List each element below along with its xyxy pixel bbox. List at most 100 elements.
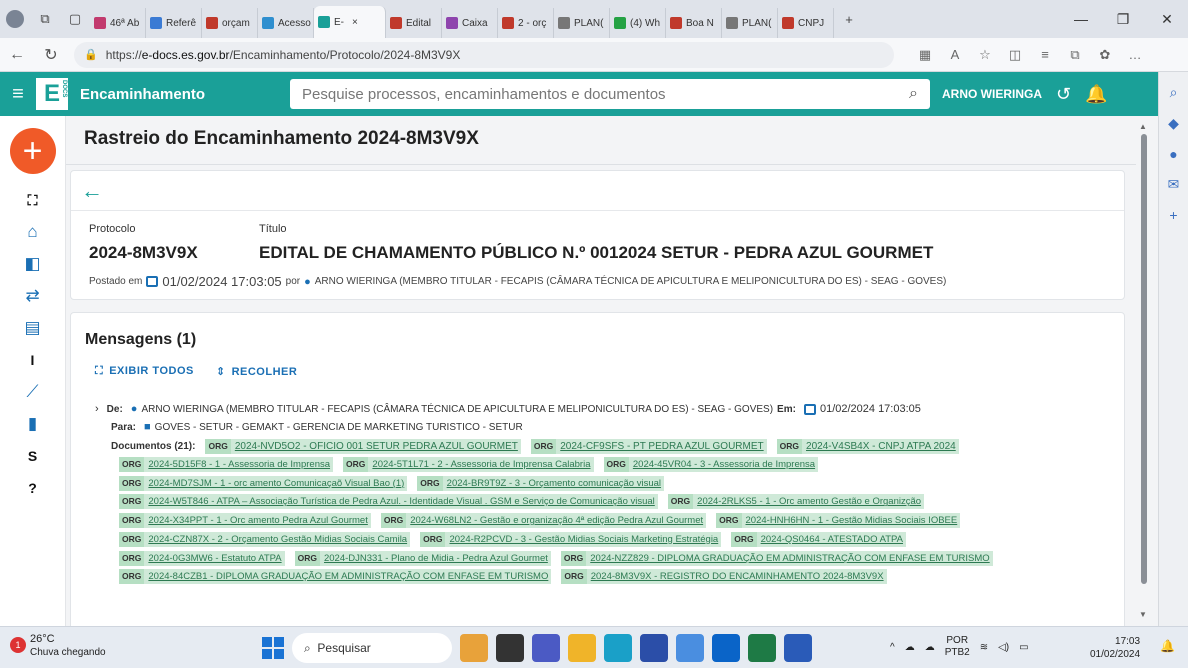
- browser-tab[interactable]: 2 - orç: [498, 8, 554, 38]
- browser-tab[interactable]: PLAN(: [554, 8, 610, 38]
- taskbar-search[interactable]: ⌕ Pesquisar: [292, 633, 452, 663]
- document-chip[interactable]: ORG 2024-MD7SJM - 1 - orc amento Comunica…: [119, 475, 408, 491]
- chrome-icon[interactable]: [676, 634, 704, 662]
- document-link[interactable]: 2024-W68LN2 - Gestão e organização 4ª ed…: [410, 515, 703, 526]
- browser-tab[interactable]: (4) Wh: [610, 8, 666, 38]
- onedrive-icon[interactable]: ☁: [905, 642, 915, 653]
- forward-icon[interactable]: ⇄: [13, 280, 53, 312]
- document-chip[interactable]: ORG 2024-84CZB1 - DIPLOMA GRADUAÇÃO EM AD…: [119, 569, 552, 585]
- extensions-icon[interactable]: ✿: [1090, 47, 1120, 63]
- scrollbar[interactable]: ▲ ▼: [1138, 122, 1150, 620]
- workspaces-icon[interactable]: ⧉: [30, 0, 60, 38]
- document-link[interactable]: 2024-HNH6HN - 1 - Gestão Midias Sociais …: [746, 515, 958, 526]
- document-link[interactable]: 2024-R2PCVD - 3 - Gestão Midias Sociais …: [449, 534, 718, 545]
- scroll-down-icon[interactable]: ▼: [1139, 610, 1147, 619]
- browser-tab[interactable]: Boa N: [666, 8, 722, 38]
- close-window-button[interactable]: ✕: [1146, 0, 1188, 38]
- rail-letter-s[interactable]: S: [13, 440, 53, 472]
- chat-icon[interactable]: [532, 634, 560, 662]
- document-link[interactable]: 2024-DJN331 - Plano de Midia - Pedra Azu…: [324, 553, 548, 564]
- chevron-up-icon[interactable]: ^: [890, 642, 895, 653]
- minimize-button[interactable]: —: [1060, 0, 1102, 38]
- document-chip[interactable]: ORG 2024-8M3V9X - REGISTRO DO ENCAMINHAME…: [561, 569, 887, 585]
- app-grid-icon[interactable]: ▦: [910, 47, 940, 63]
- document-link[interactable]: 2024-2RLKS5 - 1 - Orc amento Gestão e Or…: [697, 496, 921, 507]
- tab-actions-icon[interactable]: ▢: [60, 0, 90, 38]
- task-view-icon[interactable]: [496, 634, 524, 662]
- document-chip[interactable]: ORG 2024-2RLKS5 - 1 - Orc amento Gestão e…: [667, 494, 925, 510]
- document-chip[interactable]: ORG 2024-CF9SFS - PT PEDRA AZUL GOURMET: [530, 439, 767, 454]
- search-input[interactable]: Pesquise processos, encaminhamentos e do…: [290, 79, 930, 109]
- notification-icon[interactable]: 🔔: [1160, 639, 1175, 653]
- search-icon[interactable]: ⌕: [909, 85, 918, 103]
- document-link[interactable]: 2024-45VR04 - 3 - Assessoria de Imprensa: [633, 459, 815, 470]
- document-chip[interactable]: ORG 2024-DJN331 - Plano de Midia - Pedra …: [294, 550, 551, 566]
- document-link[interactable]: 2024-5T1L71 - 2 - Assessoria de Imprensa…: [372, 459, 590, 470]
- trend-icon[interactable]: ⟋: [13, 376, 53, 408]
- weather-alert-badge[interactable]: 1: [10, 637, 26, 653]
- browser-tab[interactable]: CNPJ: [778, 8, 834, 38]
- document-chip[interactable]: ORG 2024-QS0464 - ATESTADO ATPA: [731, 531, 906, 547]
- document-link[interactable]: 2024-NZZ829 - DIPLOMA GRADUAÇÃO EM ADMIN…: [590, 553, 989, 564]
- browser-tab[interactable]: Caixa: [442, 8, 498, 38]
- battery-icon[interactable]: ▭: [1019, 642, 1028, 653]
- document-link[interactable]: 2024-W5T846 - ATPA – Associação Turístic…: [148, 496, 654, 507]
- expand-icon[interactable]: ⛶: [13, 184, 53, 216]
- back-button[interactable]: ←: [71, 171, 1124, 211]
- document-link[interactable]: 2024-MD7SJM - 1 - orc amento Comunicaçaõ…: [148, 478, 404, 489]
- add-side-icon[interactable]: +: [1169, 207, 1177, 223]
- arrow-left-icon[interactable]: ←: [81, 178, 103, 204]
- store-icon[interactable]: [640, 634, 668, 662]
- document-link[interactable]: 2024-QS0464 - ATESTADO ATPA: [761, 534, 903, 545]
- excel-icon[interactable]: [748, 634, 776, 662]
- url-field[interactable]: 🔒 https://e-docs.es.gov.br/Encaminhament…: [74, 41, 894, 68]
- search-side-icon[interactable]: ⌕: [1170, 84, 1178, 101]
- outlook-app-icon[interactable]: [712, 634, 740, 662]
- document-chip[interactable]: ORG 2024-X34PPT - 1 - Orc amento Pedra Az…: [119, 513, 371, 529]
- chevron-right-icon[interactable]: ›: [95, 403, 99, 415]
- document-chip[interactable]: ORG 2024-5D15F8 - 1 - Assessoria de Impre…: [119, 457, 334, 472]
- scroll-up-icon[interactable]: ▲: [1139, 122, 1147, 131]
- new-action-button[interactable]: +: [9, 128, 56, 174]
- bar-chart-icon[interactable]: ▮: [13, 408, 53, 440]
- document-link[interactable]: 2024-X34PPT - 1 - Orc amento Pedra Azul …: [148, 515, 367, 526]
- document-link[interactable]: 2024-CZN87X - 2 - Orçamento Gestão Midia…: [148, 534, 407, 545]
- browser-tab[interactable]: orçam: [202, 8, 258, 38]
- help-icon[interactable]: ?: [13, 472, 53, 504]
- document-chip[interactable]: ORG 2024-BR9T9Z - 3 - Orçamento comunicaç…: [417, 475, 665, 491]
- document-link[interactable]: 2024-0G3MW6 - Estatuto ATPA: [148, 553, 281, 564]
- document-chip[interactable]: ORG 2024-W68LN2 - Gestão e organização 4ª…: [380, 513, 707, 529]
- show-all-button[interactable]: ⛶ EXIBIR TODOS: [95, 365, 194, 378]
- favorites-icon[interactable]: ≡: [1030, 47, 1060, 63]
- menu-icon[interactable]: ≡: [0, 83, 36, 106]
- tab-close-icon[interactable]: ×: [352, 17, 358, 28]
- back-nav-icon[interactable]: ←: [0, 38, 34, 72]
- scroll-thumb[interactable]: [1141, 134, 1147, 584]
- folder-icon[interactable]: [568, 634, 596, 662]
- collections-icon[interactable]: ⧉: [1060, 47, 1090, 63]
- document-link[interactable]: 2024-CF9SFS - PT PEDRA AZUL GOURMET: [560, 441, 763, 452]
- notification-bell-icon[interactable]: 🔔: [1085, 84, 1107, 105]
- document-chip[interactable]: ORG 2024-NVD5O2 - OFICIO 001 SETUR PEDRA …: [205, 439, 521, 454]
- browser-tab[interactable]: E- ×: [314, 6, 386, 38]
- document-icon[interactable]: ▤: [13, 312, 53, 344]
- document-chip[interactable]: ORG 2024-45VR04 - 3 - Assessoria de Impre…: [603, 457, 819, 472]
- outlook-icon[interactable]: ✉: [1168, 176, 1180, 193]
- split-screen-icon[interactable]: ◫: [1000, 47, 1030, 63]
- document-link[interactable]: 2024-NVD5O2 - OFICIO 001 SETUR PEDRA AZU…: [235, 441, 518, 452]
- browser-tab[interactable]: PLAN(: [722, 8, 778, 38]
- document-link[interactable]: 2024-8M3V9X - REGISTRO DO ENCAMINHAMENTO…: [591, 571, 884, 582]
- history-icon[interactable]: ↺: [1056, 84, 1071, 105]
- browser-tab[interactable]: 46ª Ab: [90, 8, 146, 38]
- document-chip[interactable]: ORG 2024-R2PCVD - 3 - Gestão Midias Socia…: [420, 531, 722, 547]
- new-tab-button[interactable]: +: [834, 0, 864, 38]
- document-link[interactable]: 2024-V4SB4X - CNPJ ATPA 2024: [806, 441, 956, 452]
- clock[interactable]: 17:03 01/02/2024: [1090, 635, 1140, 661]
- word-icon[interactable]: [784, 634, 812, 662]
- file-explorer-icon[interactable]: [460, 634, 488, 662]
- document-chip[interactable]: ORG 2024-5T1L71 - 2 - Assessoria de Impre…: [343, 457, 594, 472]
- refresh-icon[interactable]: ↻: [34, 38, 68, 72]
- shopping-icon[interactable]: ◆: [1168, 115, 1179, 132]
- profile-avatar[interactable]: [0, 0, 30, 38]
- more-menu-icon[interactable]: …: [1120, 47, 1150, 63]
